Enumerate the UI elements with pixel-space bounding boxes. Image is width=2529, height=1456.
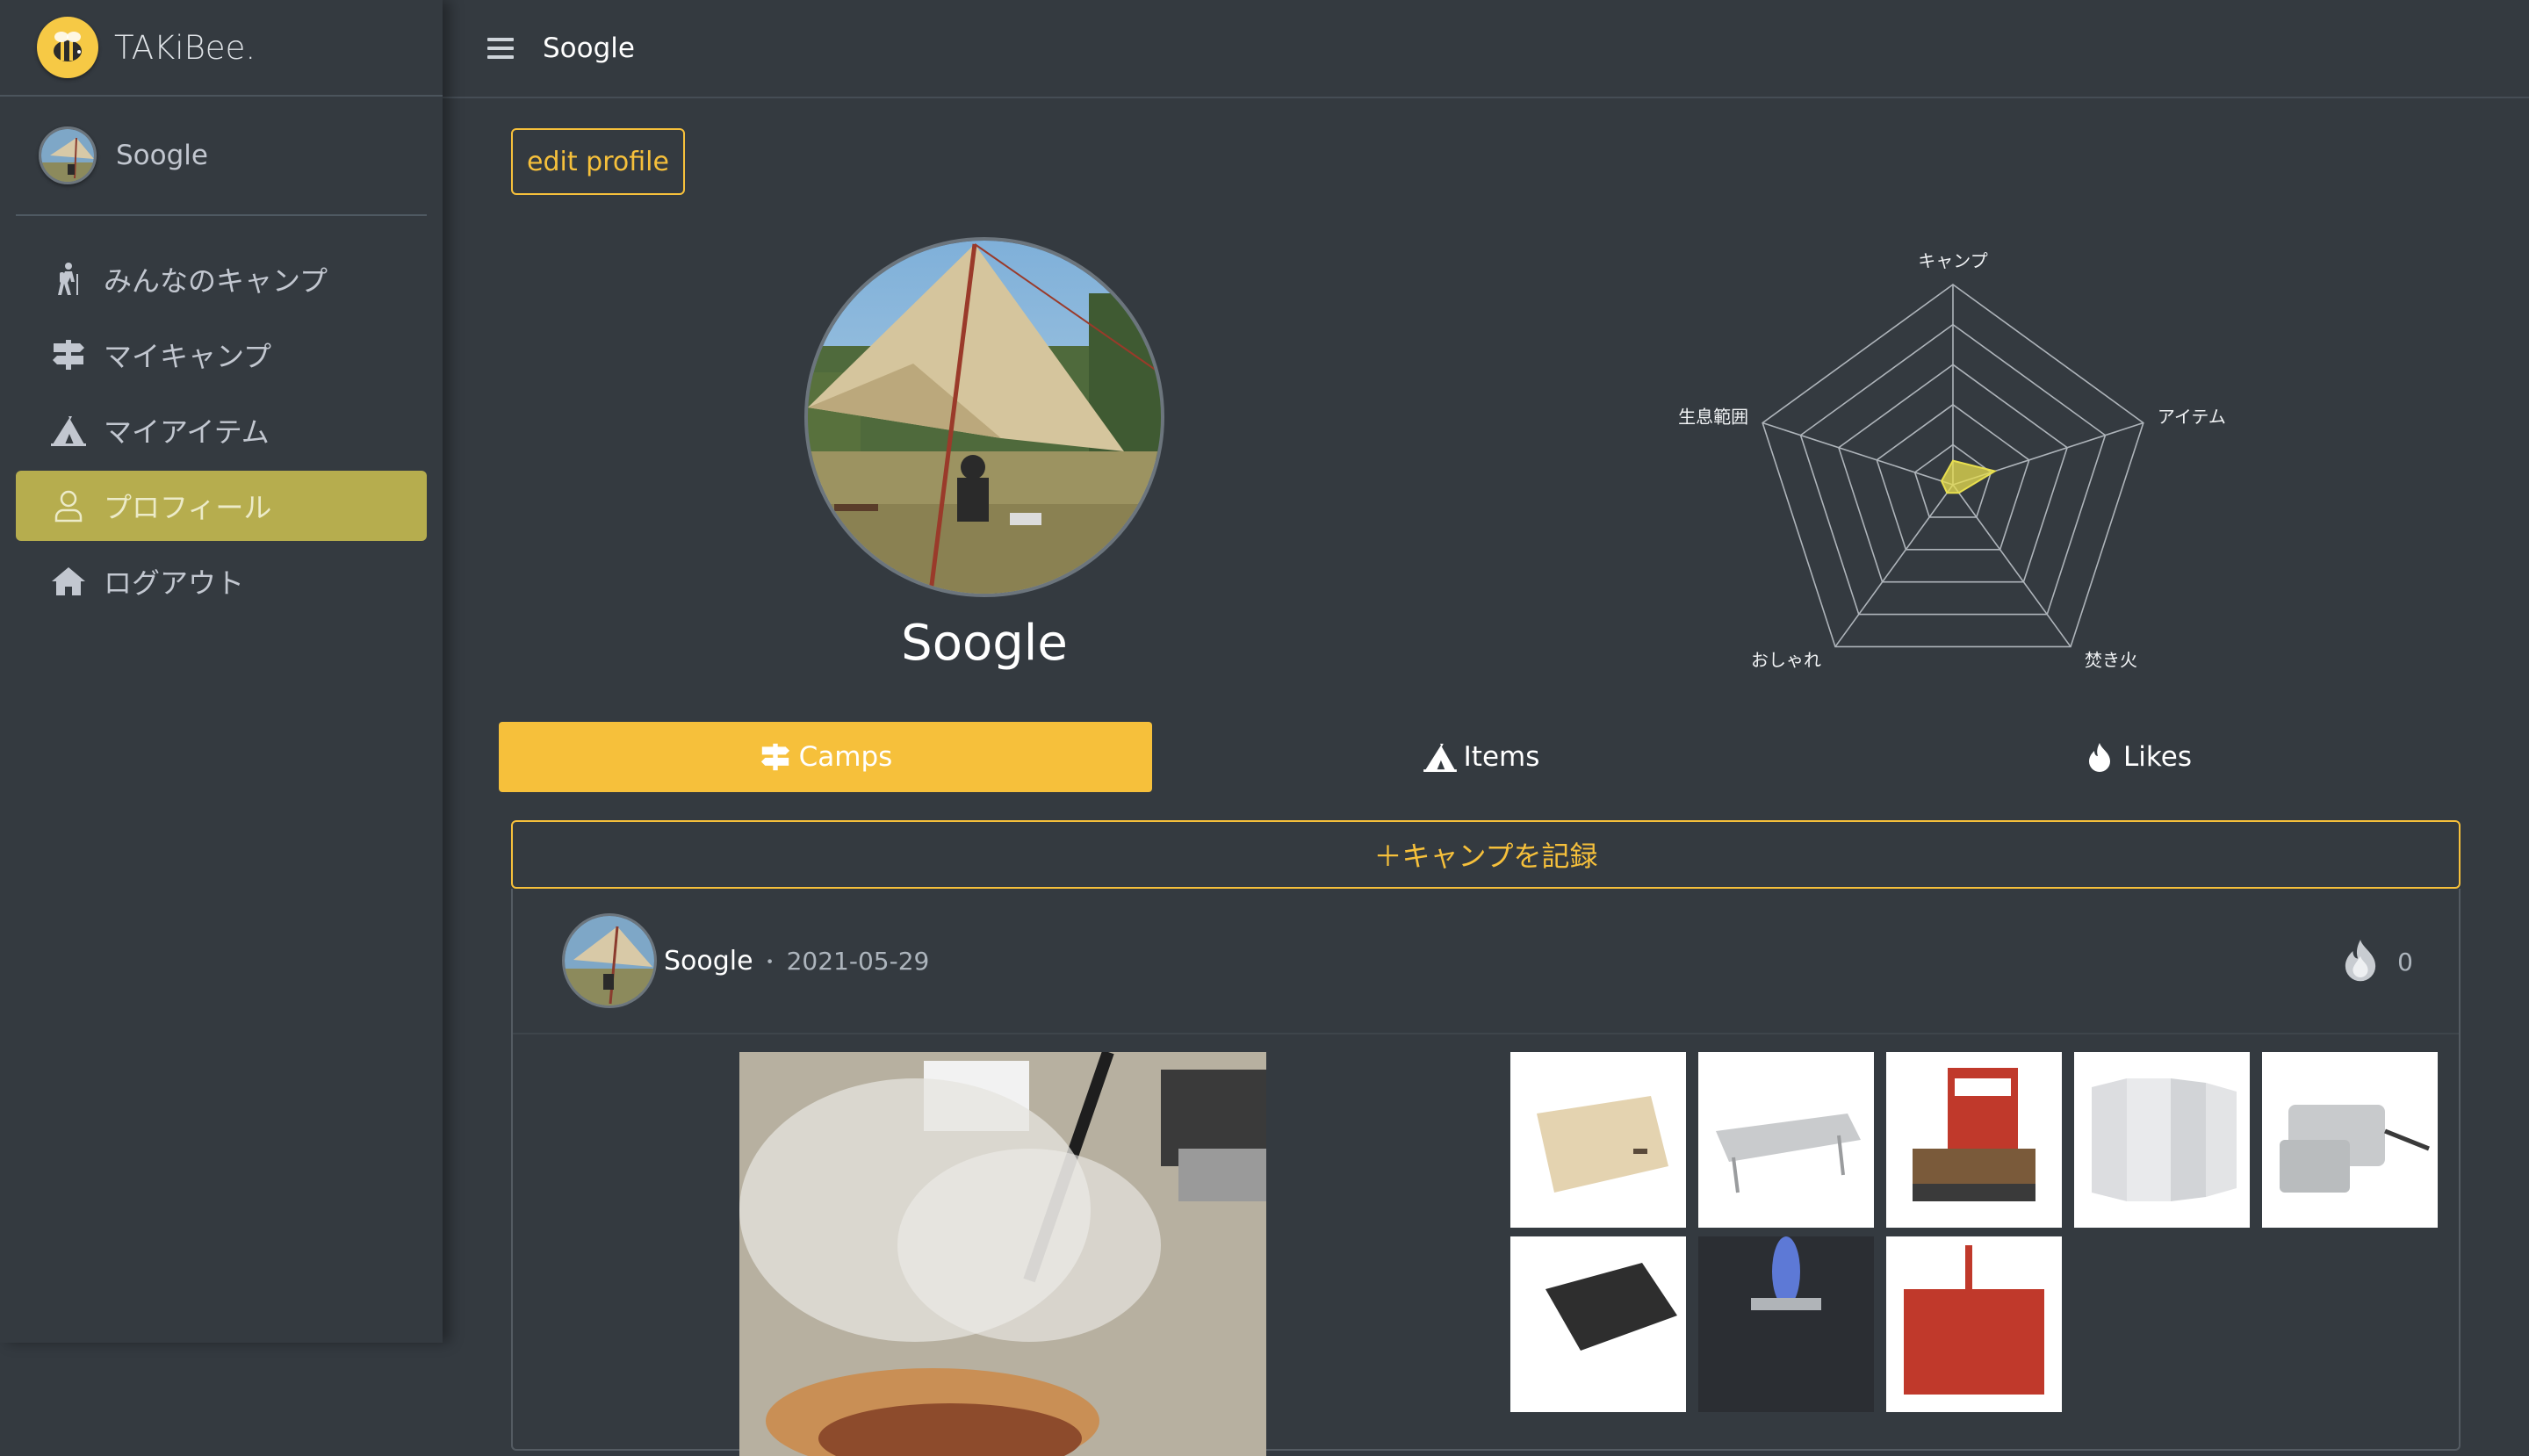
record-camp-button[interactable]: ＋キャンプを記録 [511, 820, 2461, 889]
separator: ・ [760, 947, 780, 975]
fire-like-icon[interactable] [2343, 937, 2378, 986]
item-thumb[interactable] [2262, 1052, 2438, 1228]
sidebar-user-name: Soogle [116, 140, 208, 171]
main-content: edit profile Soogle キャンプア [443, 98, 2529, 1343]
avatar[interactable] [562, 913, 657, 1008]
sidebar-nav: みんなのキャンプ マイキャンプ マイアイテム [0, 216, 443, 616]
sidebar-item-my-camps[interactable]: マイキャンプ [16, 320, 427, 390]
tab-label: Likes [2123, 741, 2192, 773]
radar-axis-label: アイテム [2158, 407, 2226, 428]
sidebar-item-label: プロフィール [104, 486, 271, 526]
sidebar-item-profile[interactable]: プロフィール [16, 471, 427, 541]
hamburger-menu-icon[interactable] [483, 31, 518, 66]
item-thumb[interactable] [1886, 1236, 2062, 1412]
sidebar-item-label: マイアイテム [104, 410, 270, 450]
camp-card-date: 2021-05-29 [787, 947, 930, 976]
item-thumb[interactable] [1698, 1052, 1874, 1228]
radar-axis-line [1953, 485, 2071, 646]
like-area: 0 [2343, 889, 2413, 1034]
signpost-icon [759, 740, 792, 774]
sidebar-item-label: ログアウト [104, 561, 244, 602]
sidebar: TAKiBee. Soogle みんなのキャンプ [0, 0, 443, 1343]
sidebar-item-label: マイキャンプ [104, 335, 271, 375]
radar-axis-line [1835, 485, 1953, 646]
tab-camps[interactable]: Camps [499, 722, 1152, 792]
radar-axis-label: 焚き火 [2085, 649, 2137, 670]
radar-axis-line [1762, 423, 1953, 485]
sidebar-item-logout[interactable]: ログアウト [16, 546, 427, 616]
tent-icon [1423, 740, 1457, 774]
radar-data-area [1942, 461, 1995, 494]
user-icon [51, 488, 86, 523]
item-thumb[interactable] [1698, 1236, 1874, 1412]
tab-label: Items [1464, 741, 1540, 773]
sidebar-item-everyone-camps[interactable]: みんなのキャンプ [16, 244, 427, 314]
sidebar-item-label: みんなのキャンプ [104, 259, 328, 299]
brand-name: TAKiBee. [114, 29, 256, 67]
tab-items[interactable]: Items [1152, 722, 1811, 792]
hiking-icon [51, 262, 86, 297]
brand-link[interactable]: TAKiBee. [0, 0, 443, 97]
sidebar-item-my-items[interactable]: マイアイテム [16, 395, 427, 465]
radar-axis-label: おしゃれ [1751, 649, 1821, 670]
like-count: 0 [2397, 948, 2413, 977]
radar-axis-label: キャンプ [1918, 250, 1987, 271]
tent-icon [51, 413, 86, 448]
home-icon [51, 564, 86, 599]
profile-avatar [804, 237, 1164, 597]
tab-likes[interactable]: Likes [1811, 722, 2464, 792]
user-panel[interactable]: Soogle [16, 97, 427, 216]
fire-icon [2083, 740, 2116, 774]
edit-profile-button[interactable]: edit profile [511, 128, 685, 195]
item-thumb[interactable] [1510, 1052, 1686, 1228]
profile-tabs: Camps Items Likes [499, 722, 2464, 792]
signpost-icon [51, 337, 86, 372]
item-thumb[interactable] [2074, 1052, 2250, 1228]
top-navbar: Soogle [443, 0, 2529, 98]
radar-axis-label: 生息範囲 [1678, 407, 1748, 428]
avatar [39, 126, 97, 184]
camp-card-header: Soogle ・ 2021-05-29 0 [513, 889, 2459, 1034]
item-thumb[interactable] [1510, 1236, 1686, 1412]
camp-card-user[interactable]: Soogle [664, 946, 753, 977]
camp-card[interactable]: Soogle ・ 2021-05-29 0 [511, 889, 2461, 1451]
page-title: Soogle [543, 32, 635, 64]
skill-radar-chart: キャンプアイテム焚き火 おしゃれ 生息範囲 [1619, 221, 2287, 783]
item-thumb[interactable] [1886, 1052, 2062, 1228]
profile-name: Soogle [804, 615, 1164, 672]
camp-photo[interactable] [739, 1052, 1266, 1456]
bee-logo-icon [37, 17, 98, 78]
tab-label: Camps [799, 741, 893, 773]
